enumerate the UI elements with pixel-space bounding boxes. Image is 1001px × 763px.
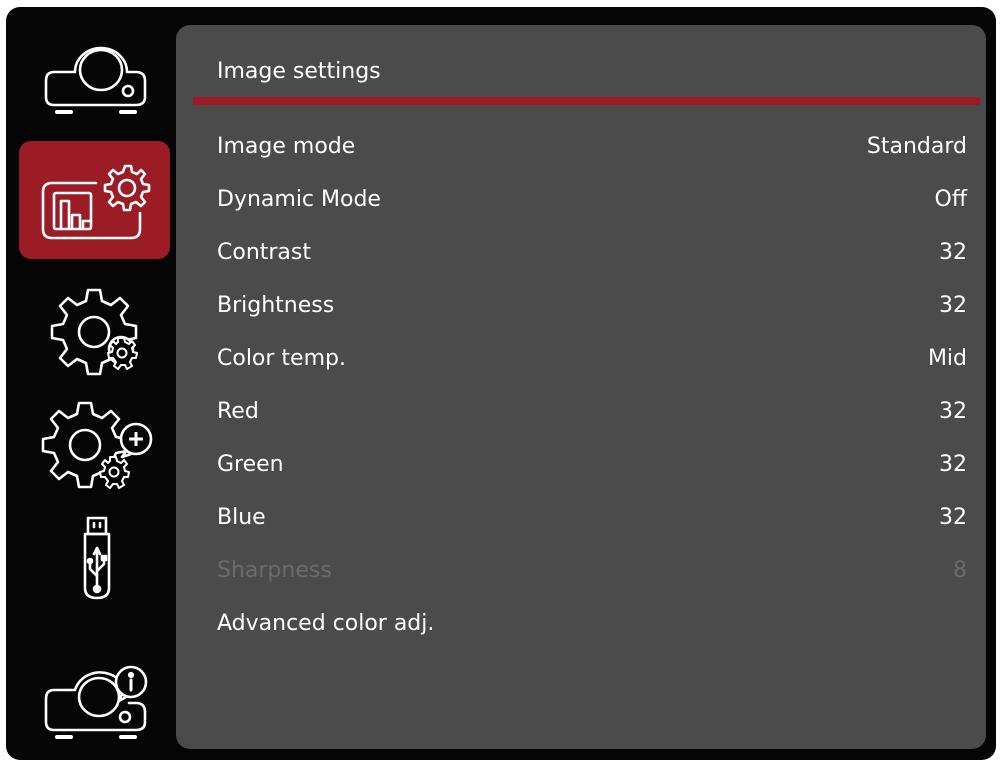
row-label: Image mode [217,134,356,159]
sidebar-item-image-settings[interactable] [19,141,170,259]
row-label: Green [217,452,284,477]
menu-row-dynamic-mode[interactable]: Dynamic Mode Off [193,175,980,227]
sidebar-item-advanced-settings[interactable] [19,377,170,495]
row-value: Standard [866,134,967,159]
settings-gear-icon [50,288,138,376]
sidebar-item-usb[interactable] [19,496,170,614]
row-label: Blue [217,505,266,530]
projector-info-icon [44,665,148,739]
row-value: 32 [939,505,967,530]
row-label: Advanced color adj. [217,611,435,636]
row-value: 32 [939,452,967,477]
title-underline [193,97,980,105]
osd-menu: Image settings Image mode Standard Dynam… [6,7,996,760]
sidebar [6,7,176,760]
projector-icon [44,46,147,114]
sidebar-item-settings[interactable] [19,258,170,376]
panel-title: Image settings [217,59,381,84]
menu-row-image-mode[interactable]: Image mode Standard [193,122,980,174]
menu-row-blue[interactable]: Blue 32 [193,493,980,545]
row-label: Sharpness [217,558,332,583]
image-settings-panel: Image settings Image mode Standard Dynam… [176,25,986,749]
row-value: 32 [939,293,967,318]
row-value: 8 [953,558,967,583]
sidebar-item-information[interactable] [19,637,170,755]
row-value: 32 [939,240,967,265]
menu-row-red[interactable]: Red 32 [193,387,980,439]
sidebar-item-projector[interactable] [19,25,170,143]
menu-row-sharpness: Sharpness 8 [193,546,980,598]
menu-row-brightness[interactable]: Brightness 32 [193,281,980,333]
row-label: Dynamic Mode [217,187,381,212]
menu-row-green[interactable]: Green 32 [193,440,980,492]
row-value: 32 [939,399,967,424]
image-settings-icon [41,164,151,240]
row-value: Off [934,187,967,212]
menu-row-contrast[interactable]: Contrast 32 [193,228,980,280]
row-label: Contrast [217,240,312,265]
row-value: Mid [927,346,967,371]
row-label: Color temp. [217,346,346,371]
menu-row-advanced-color-adj[interactable]: Advanced color adj. [193,599,980,651]
usb-icon [83,516,111,600]
advanced-settings-gear-plus-icon [41,401,153,489]
row-label: Brightness [217,293,335,318]
row-label: Red [217,399,259,424]
menu-row-color-temp[interactable]: Color temp. Mid [193,334,980,386]
